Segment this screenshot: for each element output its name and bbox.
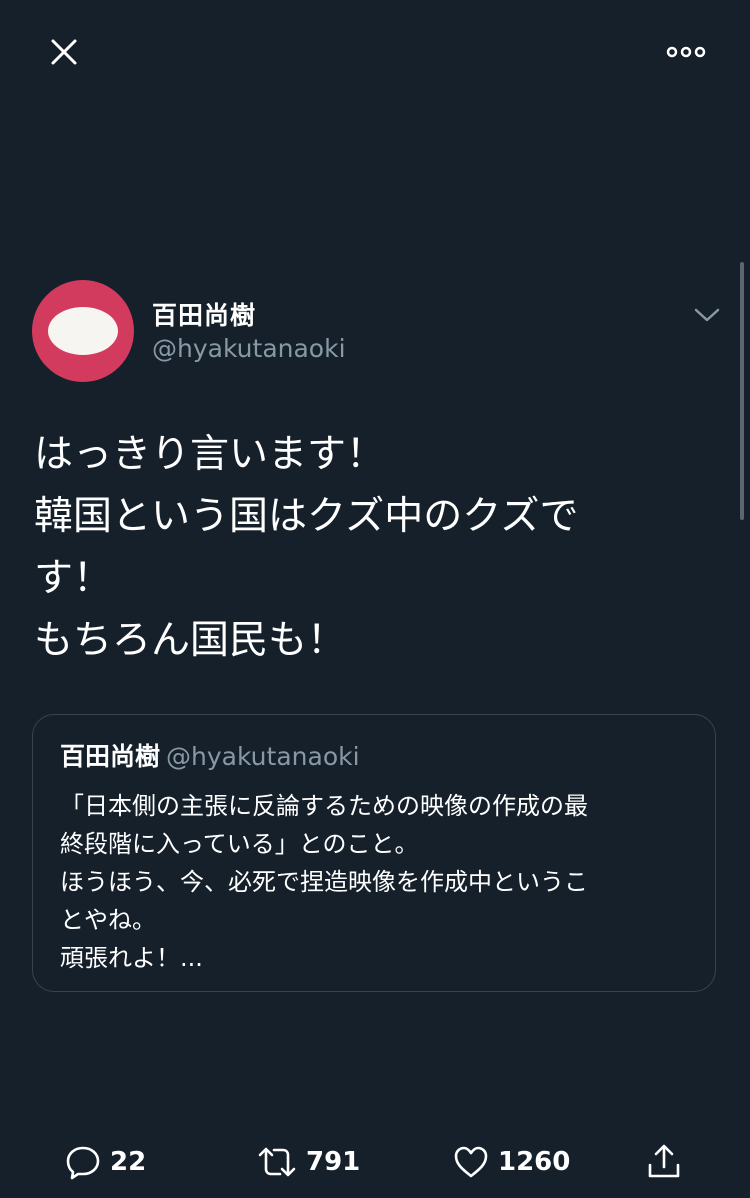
close-icon [51,39,77,65]
reply-icon [66,1146,100,1180]
tweet-menu-button[interactable] [692,300,722,330]
retweet-button[interactable]: 791 [256,1136,360,1188]
retweet-icon [258,1147,296,1177]
author-display-name[interactable]: 百田尚樹 [152,296,256,332]
more-options-button[interactable] [656,22,716,82]
avatar-image [48,307,118,355]
scrollbar[interactable] [740,262,744,520]
retweet-count: 791 [306,1147,361,1177]
quoted-tweet-text: 「日本側の主張に反論するための映像の作成の最 終段階に入っている」とのこと。 ほ… [60,792,588,972]
tweet-author: 百田尚樹 @hyakutanaoki [32,280,722,384]
heart-icon [454,1146,488,1178]
quoted-tweet-card[interactable]: 百田尚樹 @hyakutanaoki 「日本側の主張に反論するための映像の作成の最… [32,714,716,992]
share-button[interactable] [646,1136,682,1188]
quoted-tweet-header: 百田尚樹 @hyakutanaoki [60,737,360,773]
avatar[interactable] [32,280,134,382]
like-count: 1260 [498,1147,571,1177]
quoted-author-handle: @hyakutanaoki [166,742,360,771]
close-button[interactable] [34,22,94,82]
reply-count: 22 [110,1147,147,1177]
more-horizontal-icon [666,46,706,58]
author-handle[interactable]: @hyakutanaoki [152,334,346,363]
reply-button[interactable]: 22 [64,1136,146,1188]
quoted-author-display-name: 百田尚樹 [60,742,161,771]
chevron-down-icon [694,308,720,322]
tweet-action-bar: 22 791 1260 [0,1136,750,1188]
share-icon [648,1144,680,1178]
like-button[interactable]: 1260 [452,1136,570,1188]
tweet-text: はっきり言います！ 韓国という国はクズ中のクズで す！ もちろん国民も！ [34,432,579,663]
tweet-detail-screen: 百田尚樹 @hyakutanaoki はっきり言います！ 韓国という国はクズ中の… [0,0,750,1198]
